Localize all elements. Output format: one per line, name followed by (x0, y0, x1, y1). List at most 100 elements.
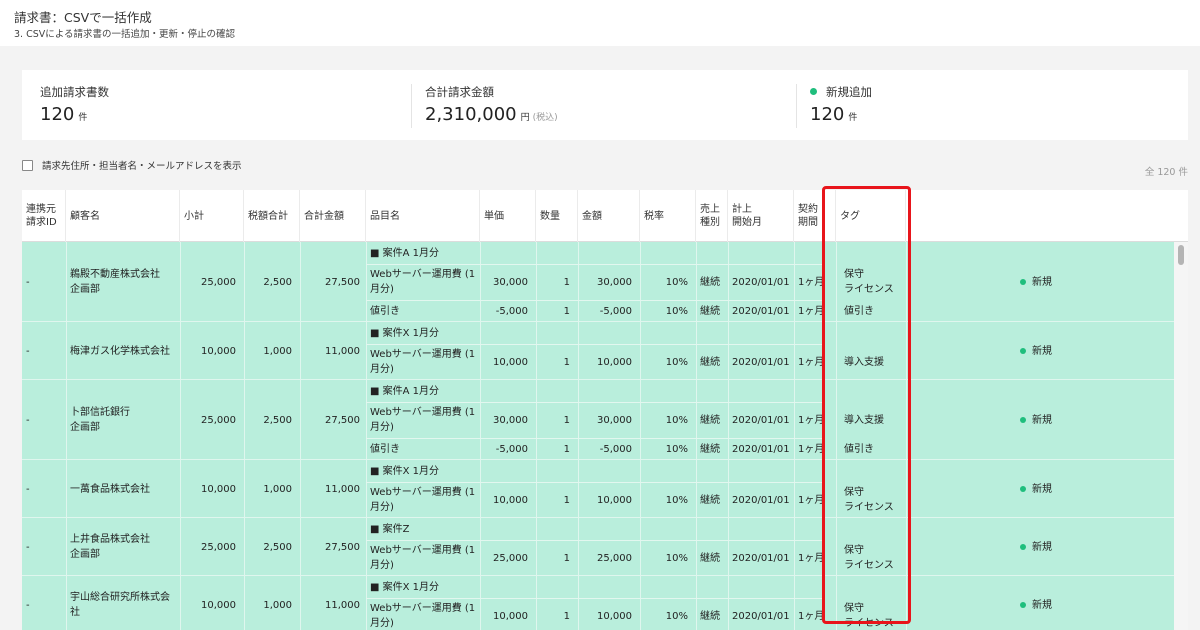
col-header-customer[interactable]: 顧客名 (66, 190, 180, 242)
table-row[interactable]: - 一萬食品株式会社 10,000 1,000 11,000 ■ 案件X 1月分 Webサー… (22, 460, 1174, 518)
column-divider (696, 380, 697, 460)
quantity-cell (536, 322, 570, 344)
column-divider (696, 322, 697, 380)
column-divider (728, 576, 729, 630)
unit-price-cell: 30,000 (493, 414, 528, 426)
col-header-quantity[interactable]: 数量 (536, 190, 578, 242)
table-row[interactable]: - 鵜殿不動産株式会社 企画部 25,000 2,500 27,500 ■ 案件A 1月分 W… (22, 242, 1174, 322)
total-amount-cell: 27,500 (325, 414, 360, 426)
column-divider (366, 518, 367, 576)
col-header-item-name[interactable]: 品目名 (366, 190, 480, 242)
amount-tax-note: (税込) (532, 113, 558, 123)
column-divider (836, 576, 837, 630)
new-number: 120 (810, 104, 845, 125)
sales-type-cell: 継続 (700, 552, 720, 564)
table-row[interactable]: - 上井食品株式会社 企画部 25,000 2,500 27,500 ■ 案件Z Webサーバ… (22, 518, 1174, 576)
unit-price-cell (480, 576, 528, 598)
start-month-cell: 2020/01/01 (732, 552, 790, 564)
table-row[interactable]: - 梅津ガス化学株式会社 10,000 1,000 11,000 ■ 案件X 1月分 Web… (22, 322, 1174, 380)
amount-cell: 10,000 (597, 356, 632, 368)
unit-price-cell: 10,000 (493, 610, 528, 622)
sales-type-cell (700, 242, 728, 264)
col-header-source-id[interactable]: 連携元 請求ID (22, 190, 66, 242)
amount-cell: 30,000 (597, 276, 632, 288)
new-status-dot-icon (1020, 544, 1026, 550)
total-amount-cell: 27,500 (325, 276, 360, 288)
sales-type-cell: 継続 (700, 305, 720, 317)
status-label: 新規 (1032, 345, 1052, 357)
column-divider (66, 576, 67, 630)
item-name-cell: ■ 案件X 1月分 (370, 581, 440, 593)
tag-cell (844, 518, 910, 540)
col-header-unit-price[interactable]: 単価 (480, 190, 536, 242)
item-name-cell: ■ 案件Z (370, 523, 410, 535)
quantity-cell: 1 (563, 610, 570, 622)
status-cell: 新規 (1020, 242, 1100, 322)
tag-cell: 保守 ライセンス (844, 603, 894, 629)
column-divider (794, 460, 795, 518)
column-divider (836, 322, 837, 380)
table-header: 連携元 請求ID 顧客名 小計 税額合計 合計金額 品目名 単価 数量 金額 税率 売上 種別 計上 開始月… (22, 190, 1188, 242)
amount-cell: 25,000 (597, 552, 632, 564)
start-month-cell (732, 380, 794, 402)
col-header-tag[interactable]: タグ (836, 190, 906, 242)
status-cell: 新規 (1020, 460, 1100, 518)
tag-cell: 保守 ライセンス (844, 487, 894, 513)
vertical-scrollbar[interactable] (1174, 242, 1188, 630)
column-divider (66, 380, 67, 460)
status-label: 新規 (1032, 414, 1052, 426)
col-header-subtotal[interactable]: 小計 (180, 190, 244, 242)
scrollbar-thumb[interactable] (1178, 245, 1184, 265)
col-header-total-amount[interactable]: 合計金額 (300, 190, 366, 242)
contract-term-cell (798, 576, 836, 598)
source-id-cell: - (26, 276, 30, 288)
new-status-dot-icon (1020, 417, 1026, 423)
col-header-tax-rate[interactable]: 税率 (640, 190, 696, 242)
column-divider (836, 380, 837, 460)
amount-unit: 円 (520, 113, 530, 123)
col-header-start-month[interactable]: 計上 開始月 (728, 190, 794, 242)
summary-new-label: 新規追加 (810, 84, 872, 100)
quantity-cell (536, 242, 570, 264)
start-month-cell (732, 518, 794, 540)
show-address-option[interactable]: 請求先住所・担当者名・メールアドレスを表示 (22, 158, 242, 172)
contract-term-cell: 1ヶ月 (798, 552, 825, 564)
start-month-cell: 2020/01/01 (732, 610, 790, 622)
summary-divider (411, 84, 412, 128)
customer-cell: 宇山総合研究所株式会社 (70, 592, 170, 618)
table-row[interactable]: - 卜部信託銀行 企画部 25,000 2,500 27,500 ■ 案件A 1月分 Webサ… (22, 380, 1174, 460)
table-row[interactable]: - 宇山総合研究所株式会社 10,000 1,000 11,000 ■ 案件X 1月分 We… (22, 576, 1174, 630)
tax-rate-cell (640, 576, 688, 598)
tax-total-cell: 1,000 (263, 599, 292, 611)
unit-price-cell: -5,000 (495, 305, 528, 317)
contract-term-cell: 1ヶ月 (798, 276, 825, 288)
col-header-sales-type[interactable]: 売上 種別 (696, 190, 728, 242)
column-divider (728, 380, 729, 460)
quantity-cell: 1 (563, 276, 570, 288)
new-status-dot-icon (1020, 348, 1026, 354)
column-divider (836, 242, 837, 322)
tag-cell (844, 380, 910, 402)
column-divider (696, 460, 697, 518)
customer-cell: 鵜殿不動産株式会社 企画部 (70, 269, 160, 295)
tax-total-cell: 2,500 (263, 541, 292, 553)
source-id-cell: - (26, 345, 30, 357)
tax-rate-cell: 10% (665, 443, 688, 455)
customer-cell: 一萬食品株式会社 (70, 483, 150, 495)
tax-total-cell: 2,500 (263, 276, 292, 288)
col-header-tax-total[interactable]: 税額合計 (244, 190, 300, 242)
contract-term-cell (798, 242, 836, 264)
quantity-cell (536, 576, 570, 598)
col-header-amount[interactable]: 金額 (578, 190, 640, 242)
show-address-checkbox[interactable] (22, 159, 33, 171)
tag-cell (844, 242, 910, 264)
start-month-cell (732, 322, 794, 344)
quantity-cell: 1 (563, 356, 570, 368)
amount-cell (578, 460, 632, 482)
column-divider (728, 322, 729, 380)
amount-cell: -5,000 (599, 443, 632, 455)
col-header-contract-term[interactable]: 契約 期間 (794, 190, 836, 242)
item-name-cell: 値引き (370, 443, 400, 455)
status-label: 新規 (1032, 599, 1052, 611)
sales-type-cell: 継続 (700, 494, 720, 506)
